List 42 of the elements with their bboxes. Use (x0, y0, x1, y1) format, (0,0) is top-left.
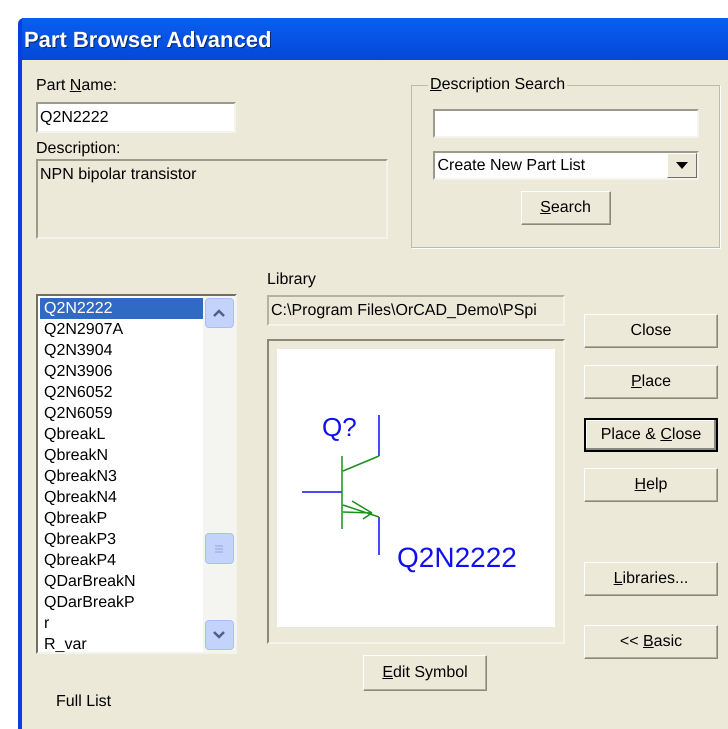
dialog-button[interactable]: Help (584, 468, 718, 502)
part-list-dropdown[interactable]: Create New Part List (432, 151, 698, 180)
part-list-item[interactable]: QbreakN (40, 445, 203, 466)
scroll-thumb[interactable] (204, 533, 234, 564)
field-label: Description: (36, 139, 122, 159)
scroll-up-icon[interactable] (204, 298, 234, 328)
dialog-button[interactable]: Close (584, 314, 718, 348)
part-list-item[interactable]: Q2N3906 (40, 361, 203, 382)
library-label: Library (267, 270, 317, 290)
scroll-down-icon[interactable] (204, 620, 234, 650)
part-list-item[interactable]: QbreakN4 (40, 487, 203, 508)
part-list-item[interactable]: QbreakN3 (40, 466, 203, 487)
edit-symbol-button[interactable]: Edit Symbol (363, 655, 487, 691)
dialog-button[interactable]: Libraries... (584, 562, 718, 596)
part-list-item[interactable]: R_var (40, 634, 203, 652)
reference-designator: Q? (322, 412, 357, 442)
part-list-item[interactable]: Q2N6052 (40, 382, 203, 403)
part-list-item[interactable]: QDarBreakN (40, 571, 203, 592)
part-list-item[interactable]: QbreakP3 (40, 529, 203, 550)
part-name-field[interactable]: Q2N2222 (36, 102, 236, 133)
part-list-item[interactable]: QbreakP (40, 508, 203, 529)
full-list-label: Full List (56, 692, 112, 712)
scrollbar[interactable] (203, 296, 235, 652)
part-list-item[interactable]: Q2N3904 (40, 340, 203, 361)
search-button[interactable]: Search (520, 191, 610, 225)
group-title: Description Search (428, 75, 568, 95)
part-list-item[interactable]: QDarBreakP (40, 592, 203, 613)
part-list-item[interactable]: Q2N2222 (40, 298, 203, 319)
part-value: Q2N2222 (397, 542, 517, 573)
part-list-item[interactable]: Q2N6059 (40, 403, 203, 424)
dialog-button[interactable]: << Basic (584, 625, 718, 659)
part-list-item[interactable]: Q2N2907A (40, 319, 203, 340)
part-list-item[interactable]: QbreakP4 (40, 550, 203, 571)
description-text: NPN bipolar transistor (40, 166, 196, 183)
dialog-button[interactable]: Place & Close (584, 418, 718, 452)
field-label: Part Name: (36, 76, 118, 96)
part-list-item[interactable]: r (40, 613, 203, 634)
dialog-button[interactable]: Place (584, 365, 718, 399)
part-list-item[interactable]: QbreakL (40, 424, 203, 445)
description-search-field[interactable] (432, 109, 698, 138)
window-title: Part Browser Advanced (24, 26, 272, 54)
library-path: C:\Program Files\OrCAD_Demo\PSpi (271, 300, 537, 320)
